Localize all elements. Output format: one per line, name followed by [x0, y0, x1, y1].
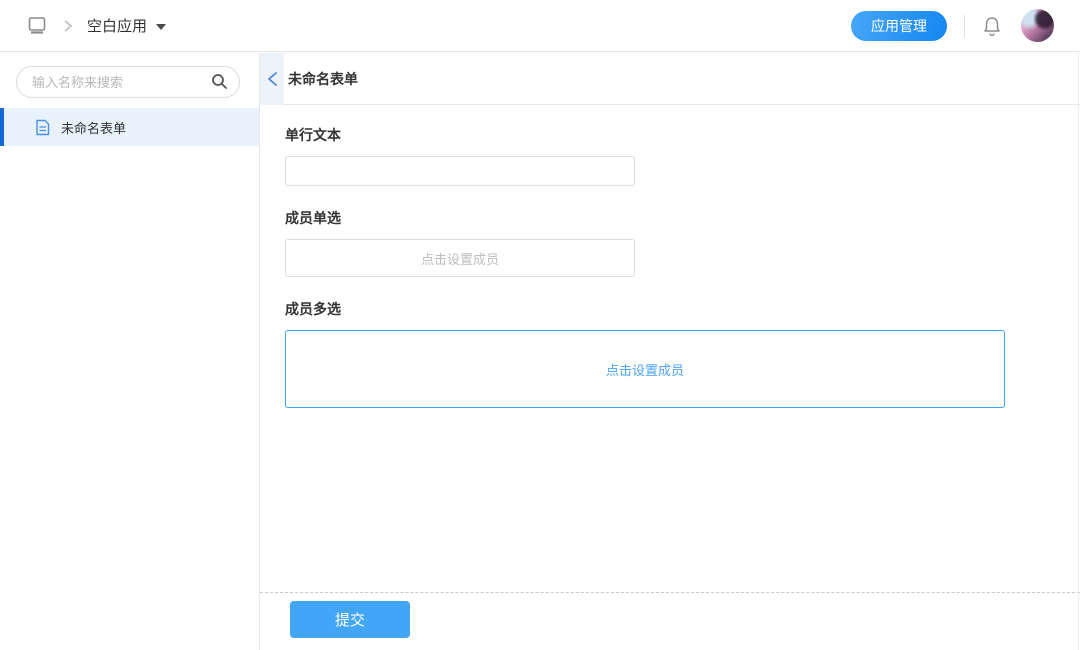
- bell-icon[interactable]: [982, 15, 1002, 37]
- search-icon[interactable]: [211, 73, 228, 90]
- sidebar-search: [16, 66, 240, 98]
- submit-button[interactable]: 提交: [290, 601, 410, 638]
- selected-indicator: [0, 108, 4, 146]
- field-single-line-text: 单行文本: [285, 125, 1080, 186]
- breadcrumb-app-name[interactable]: 空白应用: [87, 15, 147, 36]
- form-header: 未命名表单: [260, 53, 1080, 105]
- field-label: 单行文本: [285, 125, 1080, 145]
- sidebar-item-form[interactable]: 未命名表单: [0, 108, 259, 146]
- sidebar-item-label: 未命名表单: [61, 118, 126, 137]
- field-label: 成员多选: [285, 299, 1080, 319]
- back-button[interactable]: [260, 53, 284, 105]
- single-line-text-input[interactable]: [285, 156, 635, 186]
- member-single-picker[interactable]: 点击设置成员: [285, 239, 635, 277]
- topbar-actions: 应用管理: [851, 9, 1054, 42]
- avatar[interactable]: [1021, 9, 1054, 42]
- chevron-right-icon: [63, 19, 73, 33]
- form-body: 单行文本 成员单选 点击设置成员 成员多选 点击设置成员: [260, 105, 1080, 408]
- caret-down-icon[interactable]: [156, 24, 166, 30]
- field-member-single: 成员单选 点击设置成员: [285, 208, 1080, 277]
- main-panel: 未命名表单 单行文本 成员单选 点击设置成员 成员多选 点击设置成员 提交: [260, 53, 1080, 650]
- breadcrumb: 空白应用: [27, 15, 166, 36]
- topbar-divider: [964, 15, 965, 37]
- field-label: 成员单选: [285, 208, 1080, 228]
- submit-bar: 提交: [260, 592, 1080, 638]
- topbar: 空白应用 应用管理: [0, 0, 1080, 52]
- member-single-placeholder: 点击设置成员: [421, 249, 499, 268]
- sidebar: 未命名表单: [0, 53, 260, 650]
- app-manage-button[interactable]: 应用管理: [851, 11, 947, 41]
- home-monitor-icon[interactable]: [27, 15, 47, 36]
- member-multi-picker[interactable]: 点击设置成员: [285, 330, 1005, 408]
- form-title: 未命名表单: [288, 69, 358, 89]
- field-member-multi: 成员多选 点击设置成员: [285, 299, 1080, 408]
- member-multi-placeholder: 点击设置成员: [606, 360, 684, 379]
- scrollbar-rail[interactable]: [1078, 53, 1079, 650]
- document-icon: [35, 119, 50, 136]
- app-root: 空白应用 应用管理: [0, 0, 1080, 650]
- search-input[interactable]: [16, 66, 240, 98]
